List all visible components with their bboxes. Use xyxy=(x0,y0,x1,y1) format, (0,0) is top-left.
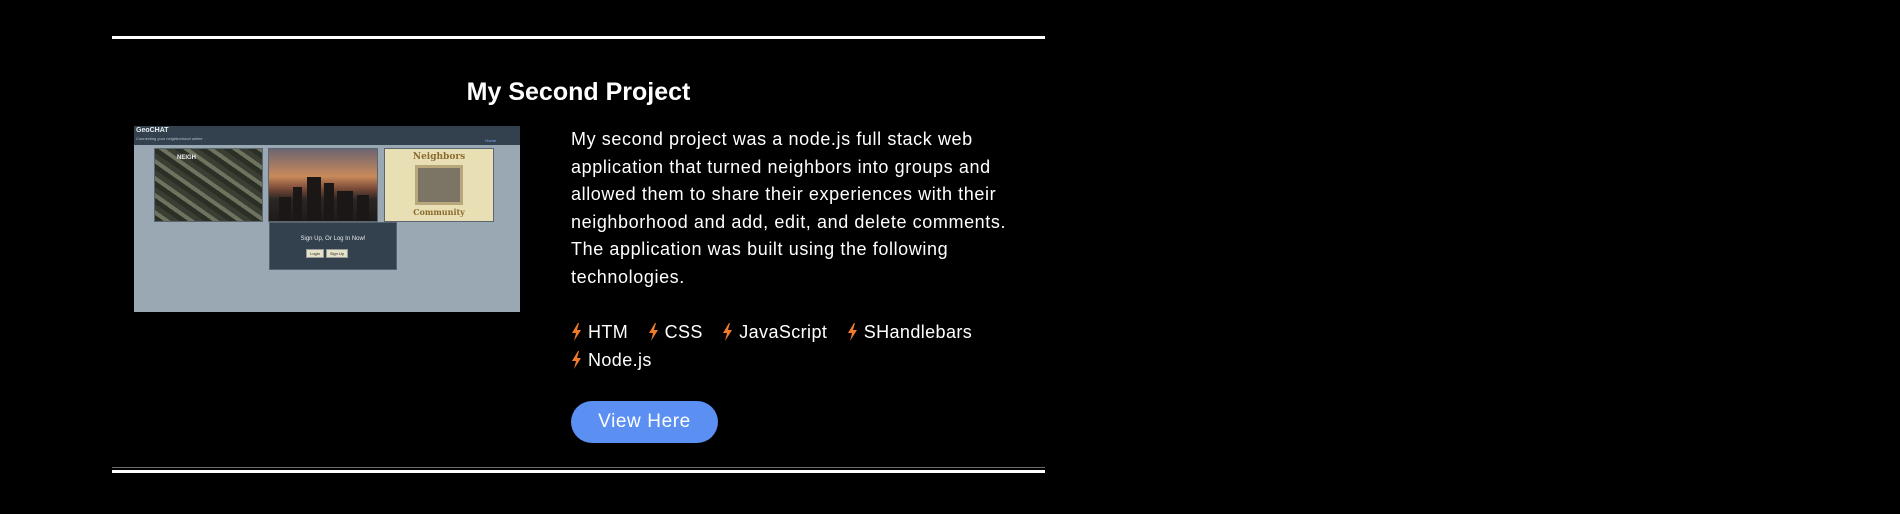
tech-item: JavaScript xyxy=(722,319,827,347)
screenshot-login-box: Sign Up, Or Log In Now! Login Sign Up xyxy=(269,222,397,270)
screenshot-login-button: Login xyxy=(306,249,324,258)
tech-item: CSS xyxy=(648,319,703,347)
building-shape xyxy=(357,195,369,221)
tech-label: JavaScript xyxy=(739,322,828,342)
screenshot-tile-sign: Neighbors Community xyxy=(384,148,494,222)
tech-item: HTM xyxy=(571,319,628,347)
bolt-icon xyxy=(723,323,733,341)
bolt-icon xyxy=(572,323,581,341)
bolt-icon xyxy=(847,323,857,341)
top-divider xyxy=(112,36,1045,39)
tech-label: CSS xyxy=(664,322,703,342)
screenshot-signup-button: Sign Up xyxy=(326,249,348,258)
tech-item: SHandlebars xyxy=(847,319,972,347)
building-shape xyxy=(279,197,291,221)
screenshot-brand: GeoCHAT xyxy=(136,127,169,134)
bolt-icon xyxy=(572,350,581,369)
tech-label: SHandlebars xyxy=(863,322,973,342)
screenshot-sign-bottom: Community xyxy=(413,207,465,217)
project-screenshot: GeoCHAT Connecting your neighborhood onl… xyxy=(134,126,520,312)
view-here-button[interactable]: View Here xyxy=(571,401,718,443)
screenshot-header: GeoCHAT Connecting your neighborhood onl… xyxy=(134,126,520,145)
screenshot-sign-top: Neighbors xyxy=(412,152,466,162)
tech-item: Node.js xyxy=(571,347,652,375)
project-section: My Second Project GeoCHAT Connecting you… xyxy=(112,36,1045,475)
window-shape xyxy=(415,165,463,205)
screenshot-tagline: Connecting your neighborhood online xyxy=(136,136,203,141)
tech-label: Node.js xyxy=(588,349,652,370)
project-title: My Second Project xyxy=(466,78,691,106)
bolt-icon xyxy=(648,323,658,341)
building-shape xyxy=(293,187,302,221)
page: My Second Project GeoCHAT Connecting you… xyxy=(0,0,1900,514)
screenshot-nav-link: Home xyxy=(485,138,496,143)
screenshot-tile-city xyxy=(268,148,378,222)
screenshot-tile-label: NEIGH xyxy=(177,155,197,161)
technology-list: HTM CSS JavaScript SHandlebars Node.js xyxy=(571,319,1031,374)
screenshot-login-prompt: Sign Up, Or Log In Now! xyxy=(300,236,366,242)
screenshot-tile-aerial: NEIGH xyxy=(154,148,263,222)
bottom-divider-shadow xyxy=(112,467,1045,468)
tech-label: HTM xyxy=(588,322,629,342)
building-shape xyxy=(337,191,353,221)
building-shape xyxy=(324,183,334,221)
project-description: My second project was a node.js full sta… xyxy=(571,129,1007,287)
building-shape xyxy=(307,177,321,221)
bottom-divider xyxy=(112,470,1045,473)
